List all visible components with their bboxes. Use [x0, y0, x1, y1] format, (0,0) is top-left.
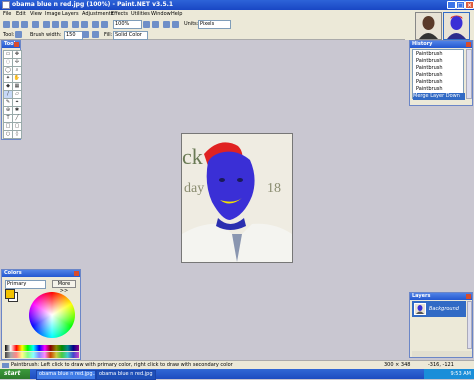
portrait-icon [416, 13, 441, 39]
rulers-icon[interactable] [152, 21, 159, 28]
portrait-icon [444, 13, 469, 39]
image-size: 300 × 348 [384, 362, 411, 368]
edited-photo: ck am day 18 [182, 134, 292, 262]
minimize-button[interactable]: _ [447, 1, 456, 9]
cursor-position: -316, -121 [428, 362, 454, 368]
freeform-shape-icon[interactable]: ◊ [12, 130, 22, 139]
svg-text:day: day [184, 181, 204, 196]
palette-icon[interactable] [172, 21, 179, 28]
taskbar: start obama blue n red.jpg... obama blue… [0, 369, 474, 380]
image-thumbnail[interactable] [415, 12, 442, 40]
close-button[interactable]: × [465, 1, 474, 9]
menu-layers[interactable]: Layers [62, 11, 79, 17]
history-item[interactable]: Paintbrush [416, 51, 464, 58]
status-hint: Paintbrush: Left click to draw with prim… [11, 362, 233, 368]
tool-options-bar: Tool: Brush width: 150 Fill: Solid Color [0, 30, 405, 40]
units-label: Units: [184, 21, 199, 27]
menu-window[interactable]: Window [151, 11, 171, 17]
open-icon[interactable] [12, 21, 19, 28]
print-icon[interactable] [32, 21, 39, 28]
portrait-icon [416, 305, 424, 314]
layer-buttons-bar [412, 351, 472, 357]
menu-help[interactable]: Help [171, 11, 182, 17]
menu-adjustments[interactable]: Adjustments [82, 11, 113, 17]
grid-icon[interactable] [143, 21, 150, 28]
antialias-icon[interactable] [82, 31, 89, 38]
open-images-strip [405, 10, 474, 40]
history-list: Paintbrush Paintbrush Paintbrush Paintbr… [412, 49, 465, 100]
history-item[interactable]: Paintbrush [416, 79, 464, 86]
cut-icon[interactable] [43, 21, 50, 28]
system-tray: 9:53 AM [424, 369, 474, 379]
menu-utilities[interactable]: Utilities [131, 11, 150, 17]
layers-panel: Layers Background [409, 292, 473, 358]
menu-image[interactable]: Image [45, 11, 61, 17]
fill-label: Fill: [104, 32, 113, 38]
more-button[interactable]: More >> [52, 280, 76, 294]
brush-width-label: Brush width: [30, 32, 62, 38]
title-bar: obama blue n red.jpg (100%) - Paint.NET … [0, 0, 474, 10]
tool-label: Tool: [3, 32, 15, 38]
history-item-selected[interactable]: Merge Layer Down [413, 93, 465, 100]
tools-panel: Tools ▭ ✥ ◌ ✢ ◯ ⌕ ✦ ✋ ◆ ▦ / ▱ ✎ ⌖ ⊕ ✱ T … [1, 40, 22, 140]
layer-name: Background [429, 306, 459, 312]
image-thumbnail-active[interactable] [443, 12, 470, 40]
paintnet-icon [2, 1, 10, 9]
layers-panel-title: Layers [410, 293, 472, 300]
colors-panel: Colors Primary More >> [1, 269, 81, 360]
maximize-button[interactable]: □ [456, 1, 465, 9]
history-scrollbar[interactable] [466, 49, 472, 99]
layers-scrollbar[interactable] [467, 301, 472, 349]
clock: 9:53 AM [450, 371, 471, 377]
close-icon[interactable] [14, 42, 19, 47]
layer-row[interactable]: Background [412, 301, 466, 317]
history-item[interactable]: Paintbrush [416, 72, 464, 79]
paintbrush-icon [2, 363, 9, 368]
window-tile-icon[interactable] [163, 21, 170, 28]
menu-effects[interactable]: Effects [111, 11, 128, 17]
history-item[interactable]: Paintbrush [416, 86, 464, 93]
menu-edit[interactable]: Edit [16, 11, 26, 17]
window-title: obama blue n red.jpg (100%) - Paint.NET … [12, 1, 174, 8]
close-icon[interactable] [466, 294, 471, 299]
paintbrush-icon[interactable] [15, 31, 22, 38]
copy-icon[interactable] [52, 21, 59, 28]
menu-file[interactable]: File [3, 11, 11, 17]
palette-strip-2[interactable] [5, 352, 79, 358]
save-icon[interactable] [21, 21, 28, 28]
color-wheel[interactable] [29, 292, 75, 338]
brush-width-input[interactable]: 150 [64, 31, 83, 40]
new-icon[interactable] [3, 21, 10, 28]
close-icon[interactable] [466, 42, 471, 47]
redo-icon[interactable] [101, 21, 108, 28]
palette-strip[interactable] [5, 345, 79, 351]
menu-bar: File Edit View Image Layers Adjustments … [0, 10, 405, 19]
blend-mode-icon[interactable] [92, 31, 99, 38]
start-button[interactable]: start [0, 369, 30, 379]
undo-icon[interactable] [92, 21, 99, 28]
menu-view[interactable]: View [30, 11, 42, 17]
image-canvas[interactable]: ck am day 18 [181, 133, 293, 263]
history-item[interactable]: Paintbrush [416, 58, 464, 65]
main-toolbar: 100% Units: Pixels [0, 19, 405, 30]
fill-select[interactable]: Solid Color [113, 31, 148, 40]
svg-text:18: 18 [267, 181, 281, 196]
history-panel: History Paintbrush Paintbrush Paintbrush… [409, 40, 473, 106]
color-mode-select[interactable]: Primary [5, 280, 46, 289]
layer-thumbnail [414, 303, 426, 315]
paste-icon[interactable] [61, 21, 68, 28]
status-bar: Paintbrush: Left click to draw with prim… [0, 360, 474, 369]
history-item[interactable]: Paintbrush [416, 65, 464, 72]
primary-color-swatch[interactable] [5, 289, 15, 299]
zoom-select[interactable]: 100% [113, 20, 142, 29]
close-icon[interactable] [74, 271, 79, 276]
history-panel-title: History [410, 41, 472, 48]
colors-panel-title: Colors [2, 270, 80, 277]
units-select[interactable]: Pixels [198, 20, 231, 29]
crop-icon[interactable] [72, 21, 79, 28]
deselect-icon[interactable] [81, 21, 88, 28]
